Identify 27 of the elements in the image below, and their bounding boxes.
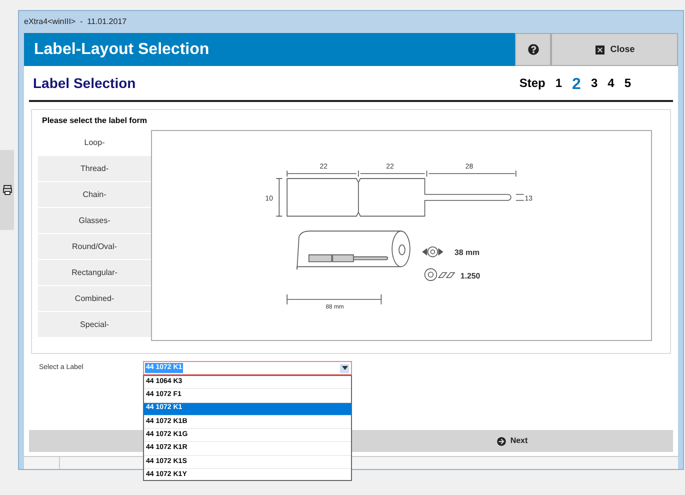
form-tab[interactable]: Chain- [38, 182, 151, 208]
help-icon [528, 44, 538, 55]
form-heading: Please select the label form [42, 115, 148, 127]
form-tab[interactable]: Thread- [38, 156, 151, 182]
next-button[interactable]: Next [352, 430, 673, 452]
step-number: 5 [624, 75, 631, 92]
help-button[interactable] [515, 33, 551, 66]
core-size-label: 38 mm [454, 248, 480, 257]
printer-icon [2, 185, 12, 195]
form-tab[interactable]: Round/Oval- [38, 234, 151, 260]
step-number: 1 [555, 75, 562, 92]
step-number: 2 [572, 74, 581, 94]
form-tab[interactable]: Rectangular- [38, 260, 151, 286]
close-button[interactable]: Close [551, 33, 678, 66]
form-tab[interactable]: Glasses- [38, 208, 151, 234]
close-icon [594, 44, 606, 56]
form-tab[interactable]: Special- [38, 312, 151, 338]
next-icon [497, 436, 506, 446]
window-title: eXtra4<winIII> - 11.01.2017 [24, 16, 127, 28]
form-tab[interactable]: Combined- [38, 286, 151, 312]
step-number: 3 [590, 75, 598, 92]
step-number: 4 [608, 75, 614, 92]
dialog-title: Label-Layout Selection [33, 40, 210, 60]
quantity-label: 1.250 [460, 272, 480, 281]
dropdown-arrow-icon [340, 364, 349, 372]
step-label: Step [519, 75, 546, 92]
page-title: Label Selection [33, 74, 136, 92]
